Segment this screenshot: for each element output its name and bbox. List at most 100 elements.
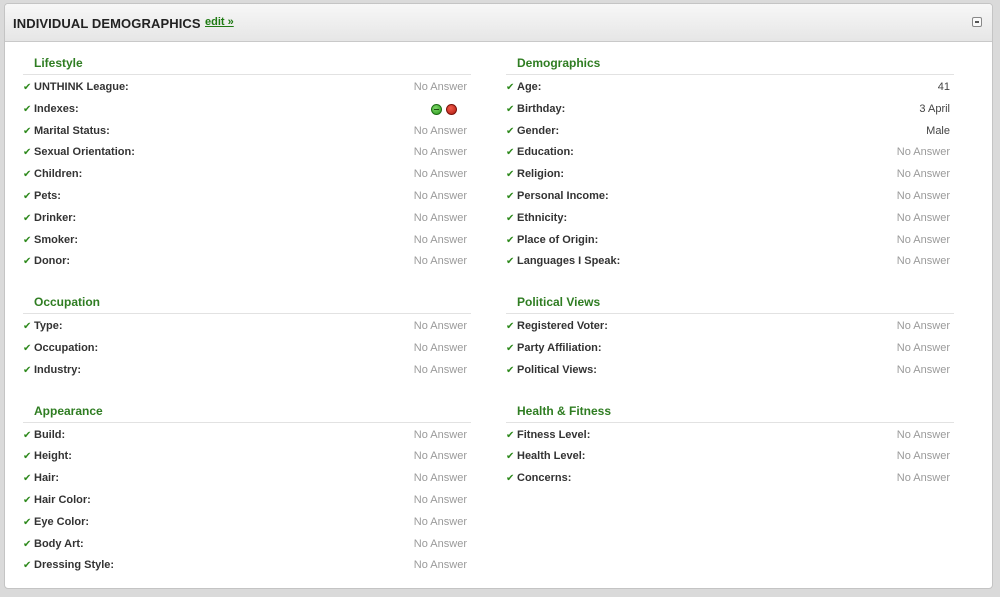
field-row-concerns: ✔ Concerns: No Answer (506, 468, 954, 490)
field-row-dressing-style: ✔ Dressing Style: No Answer (23, 555, 471, 577)
field-row-donor: ✔ Donor: No Answer (23, 251, 471, 273)
check-icon: ✔ (23, 190, 32, 202)
field-label: Body Art: (34, 537, 84, 550)
field-row-build: ✔ Build: No Answer (23, 425, 471, 447)
field-value: No Answer (896, 450, 950, 463)
field-value: Male (926, 124, 950, 137)
field-label: Indexes: (34, 102, 79, 115)
field-row-political-views: ✔ Political Views: No Answer (506, 360, 954, 382)
field-label: Marital Status: (34, 124, 110, 137)
field-label: UNTHINK League: (34, 81, 129, 93)
field-value: No Answer (413, 255, 467, 268)
edit-link[interactable]: edit » (205, 16, 234, 28)
field-label: Height: (34, 450, 72, 463)
check-icon: ✔ (23, 103, 32, 115)
check-icon: ✔ (23, 125, 32, 137)
check-icon: ✔ (23, 364, 32, 376)
section-health-fitness: Health & Fitness ✔ Fitness Level: No Answer… (506, 394, 954, 490)
field-row-hair: ✔ Hair: No Answer (23, 468, 471, 490)
field-label: Age: (517, 81, 542, 93)
field-row-drinker: ✔ Drinker: No Answer (23, 208, 471, 230)
field-value: 3 April (919, 102, 950, 115)
check-icon: ✔ (23, 147, 32, 159)
check-icon: ✔ (23, 212, 32, 224)
field-value: No Answer (896, 211, 950, 224)
field-value: No Answer (413, 146, 467, 159)
field-row-eye-color: ✔ Eye Color: No Answer (23, 512, 471, 534)
field-row-indexes: ✔ Indexes: (23, 99, 471, 121)
section-title: Occupation (23, 285, 471, 315)
field-row-occupation: ✔ Occupation: No Answer (23, 338, 471, 360)
field-row-unthink-league: ✔ UNTHINK League: No Answer (23, 77, 471, 99)
field-label: Concerns: (517, 472, 572, 485)
field-row-ethnicity: ✔ Ethnicity: No Answer (506, 208, 954, 230)
field-value: No Answer (413, 189, 467, 202)
section-demographics: Demographics ✔ Age: 41 ✔ Birthday: 3 April ✔ Gen… (506, 46, 954, 273)
field-label: Occupation: (34, 341, 99, 354)
section-title: Health & Fitness (506, 394, 954, 423)
check-icon: ✔ (506, 364, 515, 376)
collapse-icon[interactable] (972, 17, 982, 27)
field-value: No Answer (413, 515, 467, 528)
field-value: No Answer (413, 320, 467, 333)
field-label: Gender: (517, 124, 560, 137)
field-value: No Answer (896, 233, 950, 246)
check-icon: ✔ (23, 82, 32, 93)
section-lifestyle: Lifestyle ✔ UNTHINK League: No Answer ✔ Index… (23, 46, 471, 273)
field-label: Ethnicity: (517, 211, 568, 224)
field-label: Industry: (34, 363, 82, 376)
field-label: Hair Color: (34, 493, 91, 506)
field-label: Education: (517, 146, 574, 159)
right-column: Demographics ✔ Age: 41 ✔ Birthday: 3 April ✔ Gen… (506, 46, 954, 502)
section-title: Demographics (506, 46, 954, 75)
field-row-gender: ✔ Gender: Male (506, 121, 954, 143)
field-row-marital-status: ✔ Marital Status: No Answer (23, 121, 471, 143)
field-label: Smoker: (34, 233, 79, 246)
field-label: Fitness Level: (517, 428, 591, 441)
field-value: No Answer (896, 255, 950, 268)
field-row-education: ✔ Education: No Answer (506, 142, 954, 164)
field-value: No Answer (413, 341, 467, 354)
red-circle-icon[interactable] (446, 103, 457, 115)
field-label: Donor: (34, 255, 71, 268)
check-icon: ✔ (506, 190, 515, 202)
field-value: No Answer (413, 559, 467, 572)
field-value: No Answer (413, 450, 467, 463)
field-label: Type: (34, 320, 63, 333)
field-value: No Answer (896, 472, 950, 485)
field-value: No Answer (896, 341, 950, 354)
field-row-smoker: ✔ Smoker: No Answer (23, 230, 471, 252)
field-row-languages-i-speak: ✔ Languages I Speak: No Answer (506, 251, 954, 273)
field-label: Dressing Style: (34, 559, 115, 572)
check-icon: ✔ (506, 234, 515, 246)
green-minus-icon[interactable] (431, 103, 442, 115)
field-value: No Answer (896, 189, 950, 202)
section-occupation: Occupation ✔ Type: No Answer ✔ Occupation: No … (23, 285, 471, 381)
field-row-height: ✔ Height: No Answer (23, 446, 471, 468)
field-value: No Answer (413, 428, 467, 441)
field-value: No Answer (413, 233, 467, 246)
check-icon: ✔ (23, 473, 32, 485)
field-value: No Answer (896, 168, 950, 181)
check-icon: ✔ (506, 473, 515, 485)
field-row-birthday: ✔ Birthday: 3 April (506, 99, 954, 121)
check-icon: ✔ (23, 234, 32, 246)
field-label: Languages I Speak: (517, 255, 621, 268)
field-value: No Answer (413, 537, 467, 550)
field-label: Health Level: (517, 450, 586, 463)
field-row-industry: ✔ Industry: No Answer (23, 360, 471, 382)
field-label: Birthday: (517, 102, 566, 115)
check-icon: ✔ (506, 125, 515, 137)
section-political-views: Political Views ✔ Registered Voter: No Answ… (506, 285, 954, 381)
check-icon: ✔ (506, 147, 515, 159)
field-label: Religion: (517, 168, 565, 181)
field-label: Children: (34, 168, 83, 181)
check-icon: ✔ (23, 429, 32, 441)
check-icon: ✔ (23, 451, 32, 463)
field-value: No Answer (413, 124, 467, 137)
index-icons (431, 103, 457, 115)
check-icon: ✔ (23, 256, 32, 268)
field-value: No Answer (896, 428, 950, 441)
field-row-place-of-origin: ✔ Place of Origin: No Answer (506, 230, 954, 252)
field-value: No Answer (413, 493, 467, 506)
